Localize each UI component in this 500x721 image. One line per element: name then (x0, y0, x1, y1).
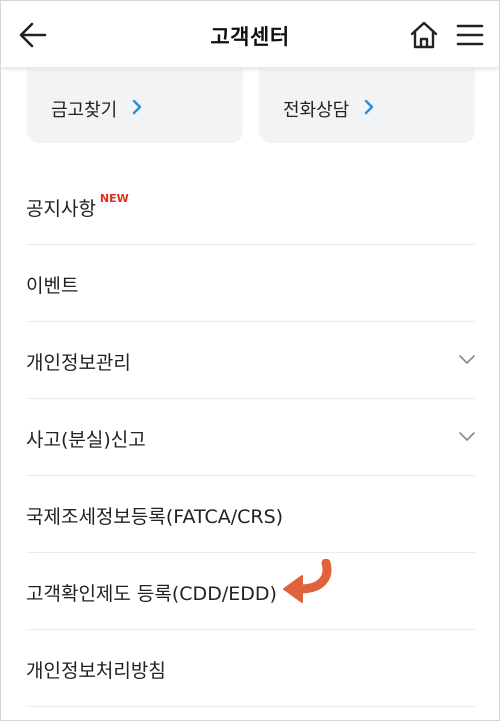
menu-item-label: 고객확인제도 등록(CDD/EDD) (26, 583, 277, 605)
menu-item-tax-info-registration[interactable]: 국제조세정보등록(FATCA/CRS) (26, 476, 476, 553)
menu-item-event[interactable]: 이벤트 (26, 245, 476, 322)
quick-link-label: 전화상담 (283, 100, 350, 121)
menu-item-label: 국제조세정보등록(FATCA/CRS) (26, 506, 284, 528)
menu-item-customer-verification[interactable]: 고객확인제도 등록(CDD/EDD) (26, 553, 476, 630)
home-icon (410, 21, 438, 49)
chevron-down-icon (459, 432, 475, 441)
menu-button[interactable] (453, 18, 487, 52)
menu-item-label: 개인정보처리방침 (26, 660, 166, 682)
menu-list: 공지사항 NEW 이벤트 개인정보관리 사고(분실)신고 국제조세정보등록(FAT… (26, 168, 476, 707)
quick-link-find-vault[interactable]: 금고찾기 (27, 69, 243, 143)
menu-item-privacy-policy[interactable]: 개인정보처리방침 (26, 630, 476, 707)
chevron-right-icon (364, 99, 374, 115)
quick-link-label: 금고찾기 (51, 100, 118, 121)
hamburger-menu-icon (456, 24, 484, 46)
home-button[interactable] (407, 18, 441, 52)
app-screen: 고객센터 금고찾기 전화상담 공지사항 NEW 이벤트 개인정보관리 사고(분실… (0, 0, 500, 721)
quick-link-phone-consult[interactable]: 전화상담 (259, 69, 475, 143)
menu-item-label: 사고(분실)신고 (26, 429, 146, 451)
curved-arrow-icon (283, 559, 332, 603)
menu-item-privacy-management[interactable]: 개인정보관리 (26, 322, 476, 399)
menu-item-label: 이벤트 (26, 275, 79, 297)
menu-item-loss-report[interactable]: 사고(분실)신고 (26, 399, 476, 476)
chevron-right-icon (132, 99, 142, 115)
top-app-bar: 고객센터 (1, 1, 499, 67)
new-badge: NEW (99, 192, 129, 205)
menu-item-label: 개인정보관리 (26, 352, 131, 374)
notice-label: 공지사항 (26, 198, 96, 220)
menu-item-label: 공지사항 NEW (26, 192, 129, 221)
chevron-down-icon (459, 355, 475, 364)
menu-item-notice[interactable]: 공지사항 NEW (26, 168, 476, 245)
